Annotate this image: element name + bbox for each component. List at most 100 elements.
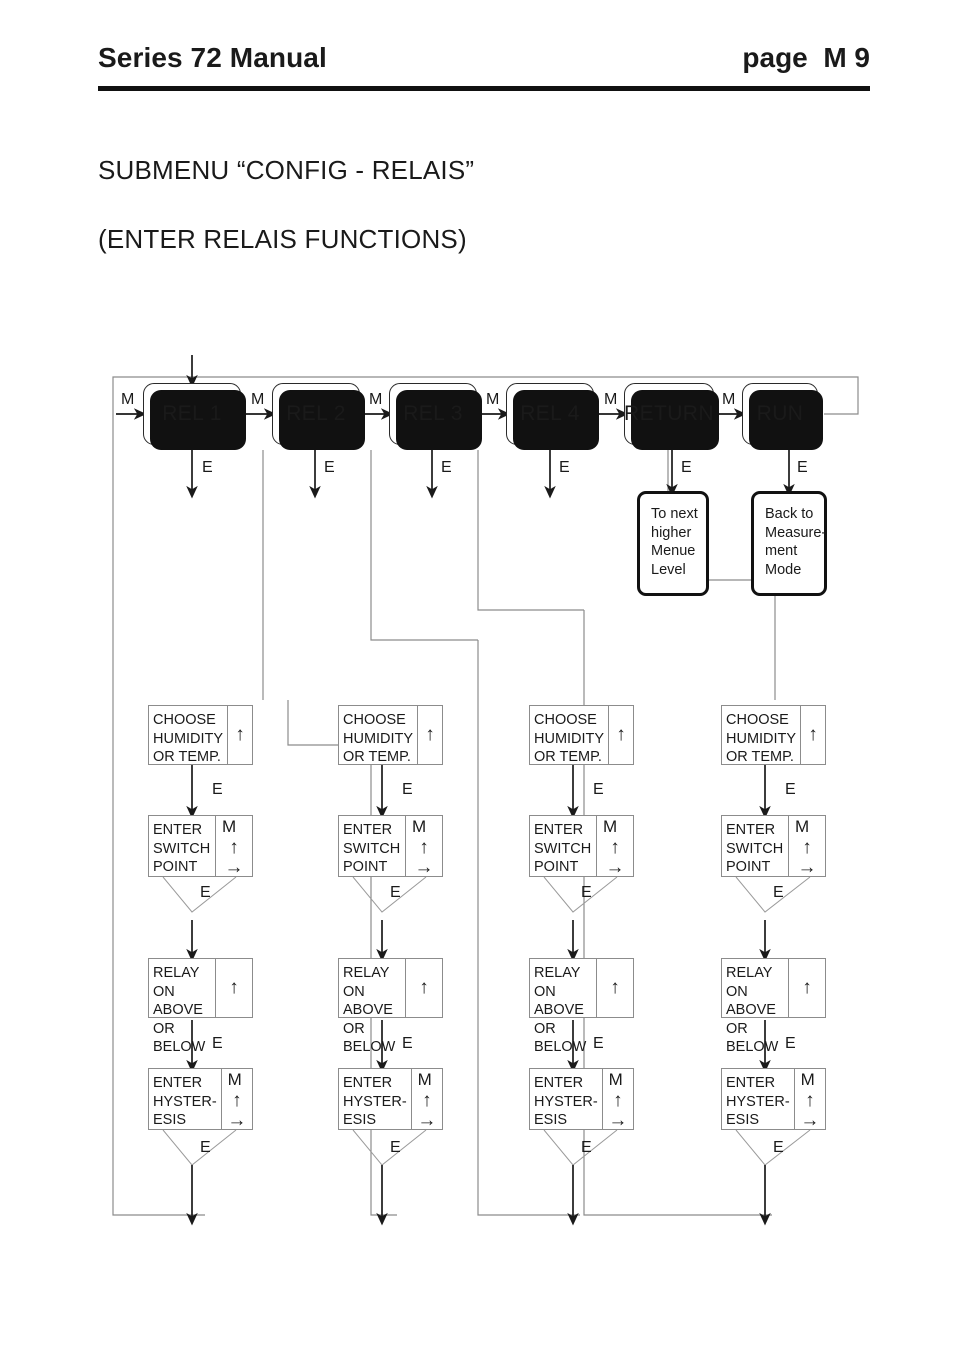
arrow-up-icon: ↑ <box>422 1090 432 1111</box>
step-label: ENTER HYSTER- ESIS <box>153 1075 217 1128</box>
key-label-e: E <box>785 1035 796 1052</box>
key-label-m: M <box>722 391 736 408</box>
node-rel-2[interactable]: REL 2 <box>272 383 365 450</box>
key-m-icon: M <box>227 1070 242 1089</box>
arrow-right-icon: → <box>797 857 817 878</box>
arrow-up-icon: ↑ <box>232 1090 242 1111</box>
node-rel-3[interactable]: REL 3 <box>389 383 482 450</box>
step-choose-humidity-or-temp[interactable]: CHOOSE HUMIDITY OR TEMP. ↑ <box>529 705 634 765</box>
key-m-icon: M <box>800 1070 815 1089</box>
arrow-up-icon: ↑ <box>610 837 620 858</box>
step-label: CHOOSE HUMIDITY OR TEMP. <box>343 712 414 765</box>
step-enter-hysteresis[interactable]: ENTER HYSTER- ESIS M ↑ → <box>338 1068 443 1130</box>
key-label-e: E <box>200 884 211 901</box>
key-label-e: E <box>402 1035 413 1052</box>
step-keys: M ↑ → <box>788 816 825 878</box>
node-label: REL 3 <box>403 402 463 425</box>
step-relay-on-above-or-below[interactable]: RELAY ON ABOVE OR BELOW ↑ <box>338 958 443 1055</box>
key-label-m: M <box>369 391 383 408</box>
step-relay-on-above-or-below[interactable]: RELAY ON ABOVE OR BELOW ↑ <box>148 958 253 1055</box>
key-label-e: E <box>681 459 692 476</box>
step-enter-switch-point[interactable]: ENTER SWITCH POINT M ↑ → <box>148 815 253 877</box>
node-return[interactable]: RETURN <box>624 383 719 450</box>
step-keys: ↑ <box>227 706 252 764</box>
key-label-e: E <box>200 1139 211 1156</box>
node-label: RETURN <box>624 402 714 425</box>
key-m-icon: M <box>222 817 237 836</box>
arrow-right-icon: → <box>224 857 244 878</box>
node-rel-4[interactable]: REL 4 <box>506 383 599 450</box>
key-m-icon: M <box>603 817 618 836</box>
step-label: ENTER SWITCH POINT <box>726 822 784 875</box>
step-keys: M ↑ → <box>410 1069 442 1130</box>
step-keys: ↑ <box>800 706 825 764</box>
step-label: ENTER SWITCH POINT <box>343 822 401 875</box>
step-enter-switch-point[interactable]: ENTER SWITCH POINT M ↑ → <box>721 815 826 877</box>
key-label-e: E <box>202 459 213 476</box>
key-label-e: E <box>559 459 570 476</box>
step-label: RELAY ON ABOVE OR BELOW <box>534 965 587 1055</box>
terminal-text: Back to Measure- ment Mode <box>765 506 827 578</box>
node-label: REL 1 <box>162 402 222 425</box>
step-relay-on-above-or-below[interactable]: RELAY ON ABOVE OR BELOW ↑ <box>721 958 826 1055</box>
key-label-e: E <box>390 884 401 901</box>
step-keys: M ↑ → <box>405 816 442 878</box>
terminal-back-to-measurement-mode: Back to Measure- ment Mode <box>751 491 827 596</box>
step-enter-hysteresis[interactable]: ENTER HYSTER- ESIS M ↑ → <box>148 1068 253 1130</box>
key-label-e: E <box>593 1035 604 1052</box>
terminal-to-next-higher-menue-level: To next higher Menue Level <box>637 491 709 596</box>
key-label-e: E <box>581 884 592 901</box>
step-choose-humidity-or-temp[interactable]: CHOOSE HUMIDITY OR TEMP. ↑ <box>148 705 253 765</box>
step-enter-switch-point[interactable]: ENTER SWITCH POINT M ↑ → <box>338 815 443 877</box>
flowchart-wires <box>112 355 859 1226</box>
step-keys: ↑ <box>596 959 633 1017</box>
key-label-m: M <box>251 391 265 408</box>
arrow-up-icon: ↑ <box>419 977 429 998</box>
key-label-e: E <box>773 884 784 901</box>
arrow-right-icon: → <box>800 1110 820 1131</box>
key-label-m: M <box>486 391 500 408</box>
step-keys: ↑ <box>608 706 633 764</box>
key-label-e: E <box>212 1035 223 1052</box>
arrow-up-icon: ↑ <box>425 724 435 745</box>
arrow-up-icon: ↑ <box>805 1090 815 1111</box>
step-label: RELAY ON ABOVE OR BELOW <box>153 965 206 1055</box>
arrow-right-icon: → <box>608 1110 628 1131</box>
node-label: REL 2 <box>286 402 346 425</box>
key-label-m: M <box>121 391 135 408</box>
node-label: RUN <box>756 402 804 425</box>
step-keys: M ↑ → <box>215 816 252 878</box>
key-m-icon: M <box>608 1070 623 1089</box>
step-keys: ↑ <box>215 959 252 1017</box>
key-m-icon: M <box>795 817 810 836</box>
key-label-e: E <box>441 459 452 476</box>
step-keys: ↑ <box>417 706 442 764</box>
key-m-icon: M <box>412 817 427 836</box>
terminal-text: To next higher Menue Level <box>651 506 698 578</box>
step-keys: M ↑ → <box>220 1069 252 1131</box>
arrow-up-icon: ↑ <box>235 724 245 745</box>
flowchart: REL 1 REL 2 REL 3 REL 4 RETURN RUN M M M… <box>0 0 954 1351</box>
step-relay-on-above-or-below[interactable]: RELAY ON ABOVE OR BELOW ↑ <box>529 958 634 1055</box>
key-m-icon: M <box>417 1070 432 1089</box>
step-keys: M ↑ → <box>601 1069 633 1131</box>
arrow-right-icon: → <box>605 857 625 878</box>
step-label: ENTER SWITCH POINT <box>534 822 592 875</box>
arrow-right-icon: → <box>414 857 434 878</box>
arrow-up-icon: ↑ <box>808 724 818 745</box>
step-enter-hysteresis[interactable]: ENTER HYSTER- ESIS M ↑ → <box>529 1068 634 1130</box>
key-label-m: M <box>604 391 618 408</box>
step-choose-humidity-or-temp[interactable]: CHOOSE HUMIDITY OR TEMP. ↑ <box>721 705 826 765</box>
step-enter-switch-point[interactable]: ENTER SWITCH POINT M ↑ → <box>529 815 634 877</box>
arrow-right-icon: → <box>227 1110 247 1131</box>
step-label: ENTER HYSTER- ESIS <box>534 1075 598 1128</box>
arrow-up-icon: ↑ <box>229 977 239 998</box>
node-rel-1[interactable]: REL 1 <box>143 383 246 450</box>
key-label-e: E <box>773 1139 784 1156</box>
step-keys: M ↑ → <box>793 1069 825 1131</box>
step-enter-hysteresis[interactable]: ENTER HYSTER- ESIS M ↑ → <box>721 1068 826 1130</box>
step-choose-humidity-or-temp[interactable]: CHOOSE HUMIDITY OR TEMP. ↑ <box>338 705 443 765</box>
key-label-e: E <box>797 459 808 476</box>
node-run[interactable]: RUN <box>742 383 823 450</box>
node-label: REL 4 <box>520 402 580 425</box>
